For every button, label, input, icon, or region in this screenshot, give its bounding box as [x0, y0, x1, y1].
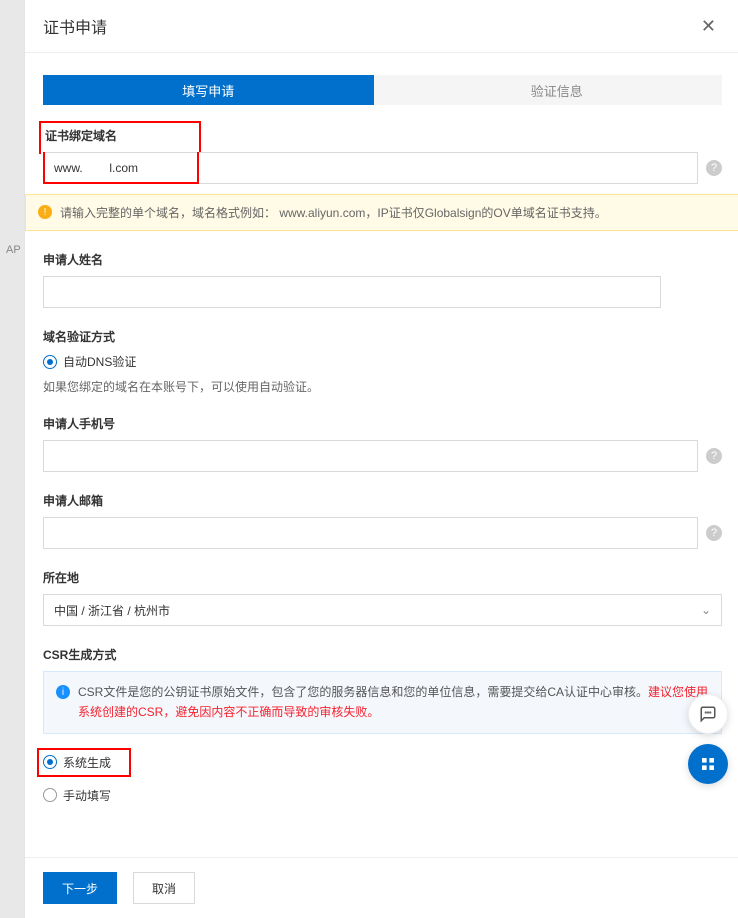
phone-input[interactable] — [43, 440, 698, 472]
field-email: 申请人邮箱 ? — [43, 492, 722, 549]
apps-icon — [700, 756, 716, 772]
applicant-name-input[interactable] — [43, 276, 661, 308]
domain-label: 证书绑定域名 — [43, 127, 117, 144]
next-button[interactable]: 下一步 — [43, 872, 117, 904]
steps-bar: 填写申请 验证信息 — [43, 75, 722, 105]
domain-warning-banner: ! 请输入完整的单个域名，域名格式例如： www.aliyun.com，IP证书… — [25, 194, 738, 231]
radio-manual-label: 手动填写 — [63, 787, 111, 804]
panel-title: 证书申请 — [43, 14, 107, 38]
chat-float-button[interactable] — [688, 694, 728, 734]
email-input[interactable] — [43, 517, 698, 549]
drawer-panel: 证书申请 ✕ 填写申请 验证信息 证书绑定域名 ? — [24, 0, 738, 918]
warning-icon: ! — [38, 205, 52, 219]
info-icon: i — [56, 685, 70, 699]
domain-warning-text: 请输入完整的单个域名，域名格式例如： www.aliyun.com，IP证书仅G… — [60, 204, 607, 221]
radio-auto-dns[interactable]: 自动DNS验证 — [43, 353, 722, 370]
step-active-label: 填写申请 — [182, 81, 234, 100]
location-select[interactable]: 中国 / 浙江省 / 杭州市 ⌄ — [43, 594, 722, 626]
background-sidebar: AP — [0, 0, 24, 918]
chevron-down-icon: ⌄ — [701, 603, 711, 617]
verify-hint: 如果您绑定的域名在本账号下，可以使用自动验证。 — [43, 378, 722, 395]
field-applicant-name: 申请人姓名 — [43, 251, 722, 308]
panel-footer: 下一步 取消 — [25, 857, 738, 918]
step-inactive-label: 验证信息 — [531, 81, 583, 100]
help-icon[interactable]: ? — [706, 448, 722, 464]
apps-float-button[interactable] — [688, 744, 728, 784]
csr-info-plain: CSR文件是您的公钥证书原始文件，包含了您的服务器信息和您的单位信息，需要提交给… — [78, 685, 648, 699]
radio-icon — [43, 755, 57, 769]
applicant-name-label: 申请人姓名 — [43, 251, 722, 268]
csr-info-banner: i CSR文件是您的公钥证书原始文件，包含了您的服务器信息和您的单位信息，需要提… — [43, 671, 722, 734]
help-icon[interactable]: ? — [706, 525, 722, 541]
csr-label: CSR生成方式 — [43, 646, 722, 663]
help-icon[interactable]: ? — [706, 160, 722, 176]
step-verify-info[interactable]: 验证信息 — [374, 75, 723, 105]
cancel-button[interactable]: 取消 — [133, 872, 195, 904]
email-label: 申请人邮箱 — [43, 492, 722, 509]
chat-icon — [699, 705, 717, 723]
csr-info-text: CSR文件是您的公钥证书原始文件，包含了您的服务器信息和您的单位信息，需要提交给… — [78, 682, 709, 723]
field-phone: 申请人手机号 ? — [43, 415, 722, 472]
radio-auto-dns-label: 自动DNS验证 — [63, 353, 136, 370]
location-label: 所在地 — [43, 569, 722, 586]
phone-label: 申请人手机号 — [43, 415, 722, 432]
field-location: 所在地 中国 / 浙江省 / 杭州市 ⌄ — [43, 569, 722, 626]
verify-method-label: 域名验证方式 — [43, 328, 722, 345]
radio-icon — [43, 788, 57, 802]
close-icon[interactable]: ✕ — [701, 17, 716, 35]
background-text: AP — [6, 244, 21, 256]
field-csr-method: CSR生成方式 i CSR文件是您的公钥证书原始文件，包含了您的服务器信息和您的… — [43, 646, 722, 804]
domain-input[interactable] — [43, 152, 698, 184]
field-verify-method: 域名验证方式 自动DNS验证 如果您绑定的域名在本账号下，可以使用自动验证。 — [43, 328, 722, 395]
location-value: 中国 / 浙江省 / 杭州市 — [54, 602, 170, 619]
radio-system-label: 系统生成 — [63, 754, 111, 771]
radio-icon — [43, 355, 57, 369]
radio-system-generate[interactable]: 系统生成 — [37, 748, 131, 777]
radio-manual-fill[interactable]: 手动填写 — [43, 787, 722, 804]
panel-body: 填写申请 验证信息 证书绑定域名 ? ! 请输入完整的单个域名， — [25, 53, 738, 857]
field-domain: 证书绑定域名 ? — [43, 127, 722, 184]
step-fill-application[interactable]: 填写申请 — [43, 75, 374, 105]
panel-header: 证书申请 ✕ — [25, 0, 738, 53]
